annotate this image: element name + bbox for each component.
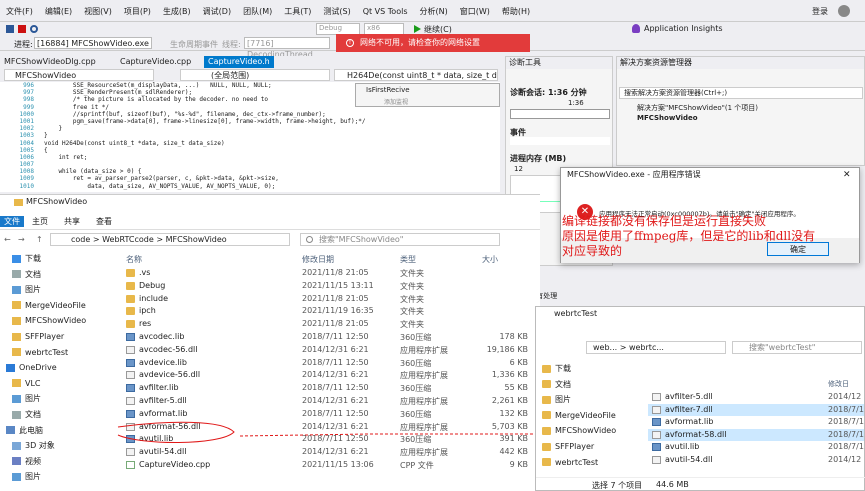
folder-icon [542,380,551,389]
address-bar-2[interactable]: web... > webrtc... [586,341,726,354]
nav2-item[interactable]: MFCShowVideo [536,425,644,437]
folder-icon [542,364,551,373]
folder-icon [542,458,551,467]
nav2-item[interactable]: MergeVideoFile [536,410,644,422]
nav2-label: 文档 [555,379,571,389]
folder-icon [542,395,551,404]
nav2-item[interactable]: 文档 [536,379,644,391]
file2-row[interactable]: avformat-58.dll 2018/7/1 [648,428,864,441]
lib-icon [652,443,661,452]
file2-name: avformat.lib [665,417,714,427]
folder-icon [542,426,551,435]
file2-date: 2014/12 [828,455,862,464]
file2-name: avutil-54.dll [665,455,713,464]
explorer-window-2: webrtcTest web... > webrtc... 搜索"webrtcT… [535,306,865,491]
file2-row[interactable]: avutil.lib 2018/7/1 [648,441,864,453]
nav2-label: MergeVideoFile [555,410,616,420]
folder-icon [542,442,551,451]
file2-date: 2014/12 [828,392,862,401]
nav2-item[interactable]: SFFPlayer [536,441,644,453]
explorer2-title: webrtcTest [554,309,598,318]
dll-icon [652,430,661,439]
file2-row[interactable]: avutil-54.dll 2014/12 [648,454,864,466]
file2-name: avutil.lib [665,442,700,452]
status-count: 选择 7 个项目 [592,481,643,490]
search-input-2[interactable]: 搜索"webrtcTest" [732,341,862,354]
file2-row[interactable]: avformat.lib 2018/7/1 [648,416,864,428]
file2-date: 2018/7/1 [828,417,864,427]
nav2-item[interactable]: 图片 [536,394,644,406]
nav2-item[interactable]: webrtcTest [536,457,644,469]
file2-date: 2018/7/1 [828,442,864,452]
breadcrumb2-2[interactable]: webrtc... [629,343,664,352]
nav2-label: MFCShowVideo [555,426,617,436]
file2-name: avfilter-5.dll [665,392,713,401]
lib-icon [652,418,661,427]
file2-name: avformat-58.dll [665,429,727,439]
nav2-label: 下载 [555,364,571,373]
nav2-label: webrtcTest [555,457,599,467]
file2-date: 2018/7/1 [828,429,864,439]
nav2-item[interactable]: 下载 [536,363,644,375]
dll-icon [652,393,661,401]
file2-name: avfilter-7.dll [665,404,713,414]
file2-date: 2018/7/1 [828,404,864,414]
file2-row[interactable]: avfilter-7.dll 2018/7/1 [648,403,864,416]
dll-icon [652,456,661,464]
nav2-label: SFFPlayer [555,442,595,451]
dll-icon [652,405,661,414]
breadcrumb2-1[interactable]: web... [593,343,617,352]
folder-icon [542,411,551,420]
file2-row[interactable]: avfilter-5.dll 2014/12 [648,391,864,403]
nav2-label: 图片 [555,395,571,405]
status-size: 44.6 MB [656,480,689,489]
